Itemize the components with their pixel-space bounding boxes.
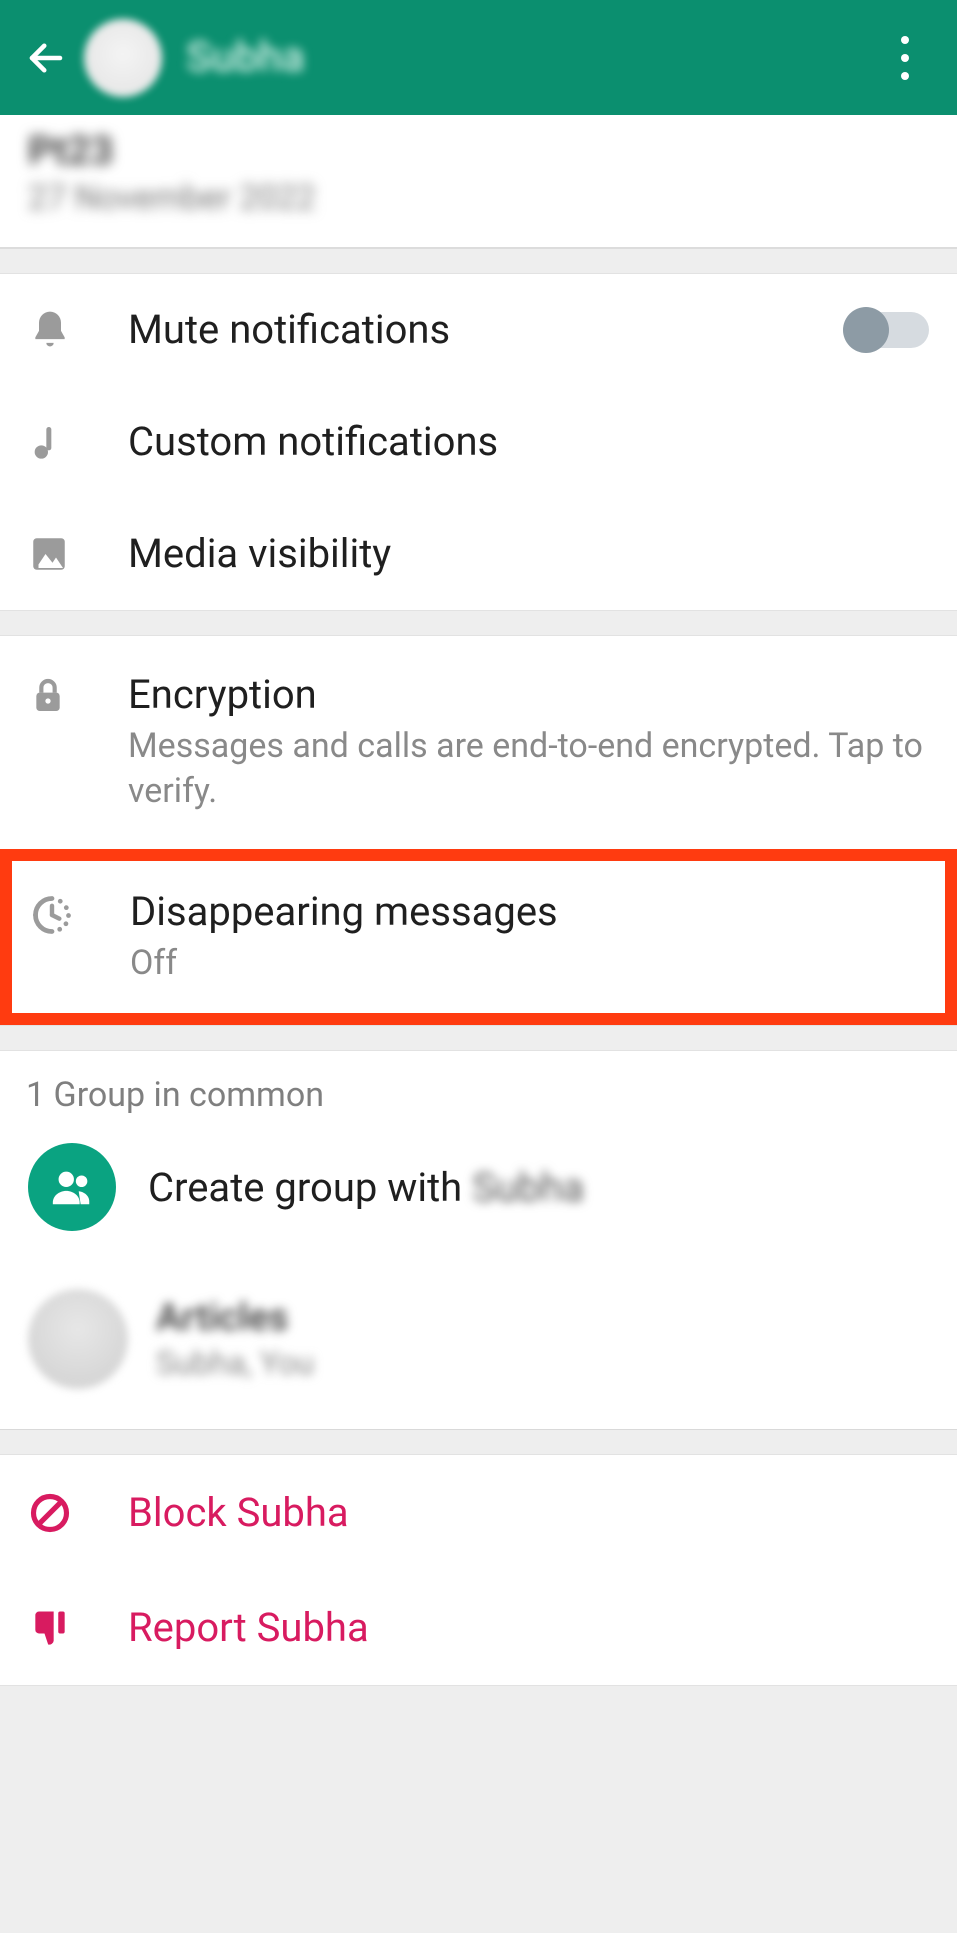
block-contact-row[interactable]: Block Subha bbox=[0, 1455, 957, 1570]
contact-info-line1: Pt23 bbox=[28, 127, 929, 175]
common-group-row[interactable]: Articles Subha, You bbox=[0, 1265, 957, 1430]
block-label: Block Subha bbox=[128, 1489, 349, 1536]
disappearing-messages-row[interactable]: Disappearing messages Off bbox=[12, 861, 945, 1013]
encryption-subtitle: Messages and calls are end-to-end encryp… bbox=[128, 724, 929, 816]
disappearing-messages-title: Disappearing messages bbox=[130, 887, 927, 937]
group-members: Subha, You bbox=[156, 1343, 314, 1385]
music-note-icon bbox=[28, 422, 68, 462]
thumbs-down-icon bbox=[28, 1606, 72, 1650]
mute-notifications-row[interactable]: Mute notifications bbox=[0, 274, 957, 386]
bell-icon bbox=[28, 308, 72, 352]
report-contact-row[interactable]: Report Subha bbox=[0, 1570, 957, 1685]
back-button[interactable] bbox=[18, 30, 74, 86]
arrow-left-icon bbox=[25, 37, 67, 79]
mute-notifications-label: Mute notifications bbox=[128, 305, 845, 355]
timer-dotted-icon bbox=[30, 893, 74, 937]
image-icon bbox=[28, 533, 70, 575]
contact-avatar[interactable] bbox=[84, 19, 162, 97]
notifications-section: Mute notifications Custom notifications bbox=[0, 273, 957, 611]
toolbar: Subha bbox=[0, 0, 957, 115]
people-icon bbox=[49, 1164, 95, 1210]
create-group-avatar bbox=[28, 1143, 116, 1231]
disappearing-messages-value: Off bbox=[130, 941, 927, 987]
group-avatar bbox=[28, 1289, 128, 1389]
mute-toggle[interactable] bbox=[845, 312, 929, 348]
privacy-section: Encryption Messages and calls are end-to… bbox=[0, 635, 957, 1027]
custom-notifications-row[interactable]: Custom notifications bbox=[0, 386, 957, 498]
media-visibility-label: Media visibility bbox=[128, 529, 929, 579]
contact-info-line2: 27 November 2022 bbox=[28, 175, 929, 223]
block-icon bbox=[28, 1491, 72, 1535]
dot-icon bbox=[901, 72, 909, 80]
danger-section: Block Subha Report Subha bbox=[0, 1454, 957, 1686]
dot-icon bbox=[901, 54, 909, 62]
group-name: Articles bbox=[156, 1294, 314, 1343]
dot-icon bbox=[901, 36, 909, 44]
custom-notifications-label: Custom notifications bbox=[128, 417, 929, 467]
report-label: Report Subha bbox=[128, 1604, 369, 1651]
create-group-name: Subha bbox=[472, 1164, 584, 1211]
lock-icon bbox=[28, 676, 68, 716]
overflow-menu-button[interactable] bbox=[881, 0, 929, 115]
encryption-row[interactable]: Encryption Messages and calls are end-to… bbox=[0, 636, 957, 842]
groups-section: 1 Group in common Create group with Subh… bbox=[0, 1050, 957, 1430]
contact-info-strip: Pt23 27 November 2022 bbox=[0, 115, 957, 249]
toggle-knob bbox=[843, 307, 889, 353]
media-visibility-row[interactable]: Media visibility bbox=[0, 498, 957, 610]
create-group-prefix: Create group with bbox=[148, 1164, 472, 1211]
create-group-row[interactable]: Create group with Subha bbox=[0, 1129, 957, 1265]
encryption-title: Encryption bbox=[128, 670, 929, 720]
contact-name[interactable]: Subha bbox=[186, 33, 304, 82]
groups-in-common-header: 1 Group in common bbox=[0, 1051, 957, 1129]
create-group-label: Create group with Subha bbox=[148, 1164, 584, 1211]
disappearing-messages-highlight: Disappearing messages Off bbox=[0, 849, 957, 1025]
